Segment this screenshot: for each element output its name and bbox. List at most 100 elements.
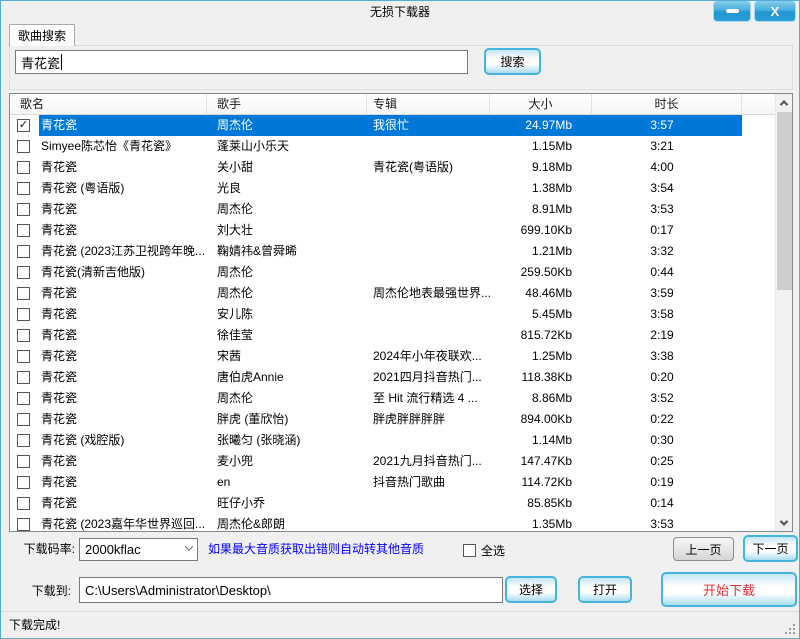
cell-duration: 3:54 [592, 178, 742, 199]
table-row[interactable]: 青花瓷 旺仔小乔 85.85Kb 0:14 [10, 493, 775, 514]
row-checkbox[interactable]: ✓ [17, 119, 30, 132]
table-row[interactable]: Simyee陈芯怡《青花瓷》 蓬莱山小乐天 1.15Mb 3:21 [10, 136, 775, 157]
row-content: 青花瓷 (戏腔版) 张曦匀 (张晓涵) 1.14Mb 0:30 [39, 430, 742, 451]
table-row[interactable]: 青花瓷 刘大壮 699.10Kb 0:17 [10, 220, 775, 241]
row-checkbox-cell[interactable] [10, 224, 39, 237]
row-checkbox[interactable] [17, 161, 30, 174]
row-checkbox-cell[interactable] [10, 308, 39, 321]
row-checkbox[interactable] [17, 140, 30, 153]
scroll-down-icon[interactable] [776, 514, 792, 531]
row-checkbox[interactable] [17, 182, 30, 195]
cell-size: 1.25Mb [490, 346, 592, 367]
row-checkbox[interactable] [17, 413, 30, 426]
destination-label: 下载到: [9, 578, 71, 604]
table-row[interactable]: 青花瓷 (戏腔版) 张曦匀 (张晓涵) 1.14Mb 0:30 [10, 430, 775, 451]
table-row[interactable]: 青花瓷 关小甜 青花瓷(粤语版) 9.18Mb 4:00 [10, 157, 775, 178]
table-row[interactable]: 青花瓷 安儿陈 5.45Mb 3:58 [10, 304, 775, 325]
row-checkbox[interactable] [17, 371, 30, 384]
row-checkbox[interactable] [17, 497, 30, 510]
row-checkbox[interactable] [17, 203, 30, 216]
table-row[interactable]: 青花瓷 宋茜 2024年小年夜联欢... 1.25Mb 3:38 [10, 346, 775, 367]
header-duration[interactable]: 时长 [592, 94, 742, 115]
table-row[interactable]: 青花瓷 周杰伦 8.91Mb 3:53 [10, 199, 775, 220]
resize-grip-icon[interactable] [793, 632, 795, 634]
scroll-up-icon[interactable] [776, 94, 792, 111]
cell-song-name: 青花瓷 [39, 493, 207, 514]
row-checkbox-cell[interactable] [10, 455, 39, 468]
cell-album [367, 514, 490, 531]
row-checkbox[interactable] [17, 392, 30, 405]
close-button[interactable]: X [754, 1, 796, 22]
table-row[interactable]: 青花瓷(清新吉他版) 周杰伦 259.50Kb 0:44 [10, 262, 775, 283]
select-all-checkbox[interactable] [463, 544, 476, 557]
row-checkbox-cell[interactable]: ✓ [10, 119, 39, 132]
scrollbar-thumb[interactable] [777, 112, 792, 290]
row-checkbox[interactable] [17, 350, 30, 363]
search-input[interactable]: 青花瓷 [15, 50, 468, 74]
open-folder-button[interactable]: 打开 [578, 576, 632, 603]
row-checkbox-cell[interactable] [10, 392, 39, 405]
row-checkbox-cell[interactable] [10, 413, 39, 426]
next-page-button[interactable]: 下一页 [743, 535, 798, 562]
row-checkbox-cell[interactable] [10, 329, 39, 342]
cell-song-name: 青花瓷 [39, 115, 207, 136]
row-checkbox-cell[interactable] [10, 203, 39, 216]
header-album[interactable]: 专辑 [367, 94, 490, 115]
cell-artist: 麦小兜 [207, 451, 367, 472]
row-checkbox-cell[interactable] [10, 371, 39, 384]
row-checkbox-cell[interactable] [10, 287, 39, 300]
cell-size: 8.91Mb [490, 199, 592, 220]
cell-size: 894.00Kb [490, 409, 592, 430]
cell-duration: 3:53 [592, 199, 742, 220]
table-row[interactable]: ✓ 青花瓷 周杰伦 我很忙 24.97Mb 3:57 [10, 115, 775, 136]
row-checkbox-cell[interactable] [10, 518, 39, 531]
row-checkbox[interactable] [17, 308, 30, 321]
row-checkbox[interactable] [17, 434, 30, 447]
header-artist[interactable]: 歌手 [207, 94, 367, 115]
table-row[interactable]: 青花瓷 (2023嘉年华世界巡回... 周杰伦&郎朗 1.35Mb 3:53 [10, 514, 775, 531]
destination-path-input[interactable]: C:\Users\Administrator\Desktop\ [79, 577, 503, 603]
row-checkbox[interactable] [17, 245, 30, 258]
app-window: 无损下载器 X 歌曲搜索 青花瓷 搜索 歌名 歌手 专辑 大小 时长 ✓ 青花瓷… [0, 0, 800, 639]
vertical-scrollbar[interactable] [775, 94, 792, 531]
row-checkbox-cell[interactable] [10, 140, 39, 153]
table-row[interactable]: 青花瓷 (粤语版) 光良 1.38Mb 3:54 [10, 178, 775, 199]
start-download-button[interactable]: 开始下载 [661, 572, 797, 607]
row-checkbox[interactable] [17, 224, 30, 237]
table-row[interactable]: 青花瓷 徐佳莹 815.72Kb 2:19 [10, 325, 775, 346]
row-checkbox[interactable] [17, 287, 30, 300]
select-all-control[interactable]: 全选 [463, 542, 505, 559]
bitrate-select[interactable]: 2000kflac [79, 538, 198, 561]
row-checkbox[interactable] [17, 455, 30, 468]
row-checkbox-cell[interactable] [10, 182, 39, 195]
header-song-name[interactable]: 歌名 [10, 94, 207, 115]
table-row[interactable]: 青花瓷 唐伯虎Annie 2021四月抖音热门... 118.38Kb 0:20 [10, 367, 775, 388]
table-row[interactable]: 青花瓷 周杰伦 至 Hit 流行精选 4 ... 8.86Mb 3:52 [10, 388, 775, 409]
choose-folder-button[interactable]: 选择 [505, 576, 557, 603]
row-checkbox-cell[interactable] [10, 245, 39, 258]
tab-song-search[interactable]: 歌曲搜索 [9, 24, 75, 46]
cell-duration: 4:00 [592, 157, 742, 178]
prev-page-button[interactable]: 上一页 [673, 537, 734, 561]
table-row[interactable]: 青花瓷 en 抖音热门歌曲 114.72Kb 0:19 [10, 472, 775, 493]
cell-size: 1.15Mb [490, 136, 592, 157]
row-checkbox-cell[interactable] [10, 161, 39, 174]
row-checkbox-cell[interactable] [10, 350, 39, 363]
table-row[interactable]: 青花瓷 周杰伦 周杰伦地表最强世界... 48.46Mb 3:59 [10, 283, 775, 304]
select-all-label: 全选 [481, 542, 505, 559]
header-size[interactable]: 大小 [490, 94, 592, 115]
table-row[interactable]: 青花瓷 胖虎 (董欣怡) 胖虎胖胖胖胖 894.00Kb 0:22 [10, 409, 775, 430]
table-row[interactable]: 青花瓷 (2023江苏卫视跨年晚... 鞠婧祎&曾舜晞 1.21Mb 3:32 [10, 241, 775, 262]
row-checkbox-cell[interactable] [10, 476, 39, 489]
cell-song-name: 青花瓷 [39, 451, 207, 472]
row-checkbox-cell[interactable] [10, 434, 39, 447]
row-checkbox-cell[interactable] [10, 266, 39, 279]
search-button[interactable]: 搜索 [484, 48, 541, 75]
row-checkbox[interactable] [17, 329, 30, 342]
row-checkbox-cell[interactable] [10, 497, 39, 510]
row-checkbox[interactable] [17, 266, 30, 279]
table-row[interactable]: 青花瓷 麦小兜 2021九月抖音热门... 147.47Kb 0:25 [10, 451, 775, 472]
minimize-button[interactable] [713, 1, 751, 22]
row-checkbox[interactable] [17, 476, 30, 489]
row-checkbox[interactable] [17, 518, 30, 531]
